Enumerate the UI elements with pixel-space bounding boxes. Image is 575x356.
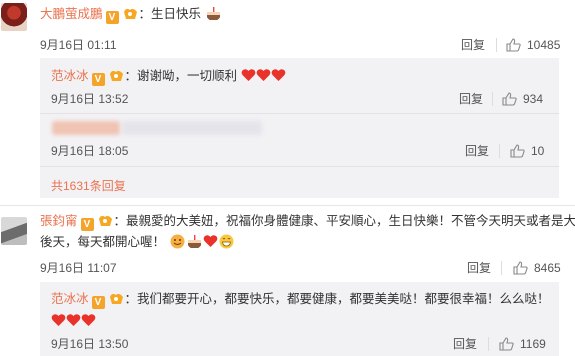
- like-count: 10485: [527, 38, 561, 52]
- reply-meta: 9月16日 13:52 回复 934: [0, 89, 575, 109]
- grin-icon: [219, 234, 233, 249]
- reply-button[interactable]: 回复: [465, 141, 489, 161]
- avatar[interactable]: [1, 3, 27, 31]
- reply-button[interactable]: 回复: [459, 89, 483, 109]
- reply-button[interactable]: 回复: [453, 334, 477, 354]
- reply-text: 范冰冰 V ：谢谢呦，一切顺利: [51, 67, 286, 86]
- like-count: 934: [523, 92, 544, 106]
- heart-icon: [256, 69, 270, 81]
- vip-badge-icon: [98, 215, 112, 226]
- vip-badge-icon: [109, 70, 123, 81]
- thumb-up-icon: [506, 38, 521, 52]
- username[interactable]: 大鵬萤成鵬: [40, 7, 103, 21]
- heart-icon: [66, 314, 81, 326]
- divider: [488, 337, 489, 351]
- avatar[interactable]: [1, 217, 27, 245]
- v-badge-icon: V: [80, 218, 94, 231]
- more-replies-link[interactable]: 共1631条回复: [51, 177, 126, 194]
- like-button[interactable]: 10: [510, 141, 544, 161]
- like-count: 1169: [520, 337, 546, 351]
- thumb-up-icon: [499, 337, 514, 351]
- v-badge-icon: V: [91, 296, 105, 309]
- divider: [0, 205, 575, 206]
- heart-icon: [203, 235, 217, 247]
- comment-text-line2: 後天，每天都開心喔！: [40, 233, 235, 251]
- v-badge-icon: V: [105, 11, 119, 24]
- divider: [501, 261, 502, 275]
- like-button[interactable]: 934: [502, 89, 543, 109]
- divider: [40, 166, 559, 167]
- username[interactable]: 范冰冰: [51, 69, 89, 83]
- thumb-up-icon: [502, 92, 517, 106]
- comment-text: 大鵬萤成鵬 V ：生日快乐: [40, 5, 222, 24]
- like-count: 10: [531, 144, 545, 158]
- blurred-text: [122, 121, 262, 135]
- timestamp: 9月16日 11:07: [40, 261, 117, 275]
- face-icon: [170, 234, 184, 249]
- divider: [496, 38, 497, 52]
- username[interactable]: 范冰冰: [51, 292, 89, 306]
- reply-text: 范冰冰 V ：我们都要开心，都要快乐，都要健康，都要美美哒！都要很幸福！么么哒！: [51, 292, 550, 309]
- v-badge-icon: V: [91, 73, 105, 86]
- heart-icon: [241, 69, 255, 81]
- reply-meta: 9月16日 13:50 回复 1169: [0, 334, 575, 354]
- heart-icon: [51, 314, 66, 326]
- divider: [40, 113, 559, 114]
- timestamp: 9月16日 01:11: [40, 38, 117, 52]
- cake-icon: [187, 235, 201, 248]
- like-button[interactable]: 1169: [499, 334, 546, 354]
- heart-icon: [81, 314, 96, 326]
- divider: [492, 92, 493, 106]
- like-count: 8465: [534, 261, 561, 275]
- comment-text: 張鈞甯 V ：最親愛的大美妞，祝福你身體健康、平安順心，生日快樂！不管今天明天或者是…: [40, 214, 575, 231]
- like-button[interactable]: 8465: [513, 258, 561, 278]
- like-button[interactable]: 10485: [506, 35, 560, 55]
- timestamp: 9月16日 13:52: [51, 92, 129, 106]
- thumb-up-icon: [513, 261, 528, 275]
- divider: [499, 144, 500, 158]
- timestamp: 9月16日 18:05: [51, 144, 129, 158]
- heart-icon: [271, 69, 285, 81]
- reply-meta: 9月16日 18:05 回复 10: [0, 141, 575, 161]
- vip-badge-icon: [123, 8, 137, 19]
- reply-emoji-line: [51, 312, 96, 330]
- timestamp: 9月16日 13:50: [51, 337, 129, 351]
- thumb-up-icon: [510, 144, 525, 158]
- cake-icon: [206, 7, 220, 20]
- comment-meta: 9月16日 01:11 回复 10485: [0, 35, 575, 55]
- reply-button[interactable]: 回复: [467, 258, 491, 278]
- comment-meta: 9月16日 11:07 回复 8465: [0, 258, 575, 278]
- username[interactable]: 張鈞甯: [40, 214, 78, 228]
- reply-button[interactable]: 回复: [461, 35, 485, 55]
- blurred-username: [52, 121, 120, 135]
- vip-badge-icon: [109, 293, 123, 304]
